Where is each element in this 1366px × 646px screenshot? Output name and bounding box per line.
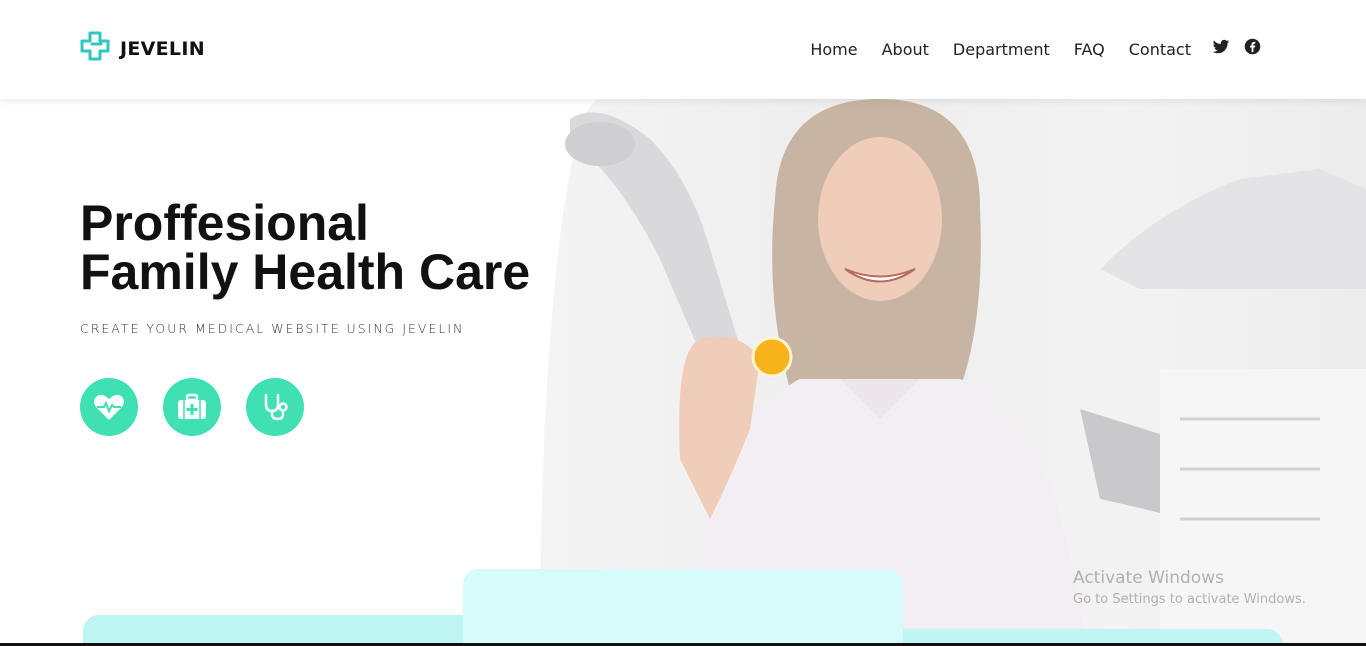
watermark-subtitle: Go to Settings to activate Windows.	[1073, 592, 1306, 607]
nav-contact[interactable]: Contact	[1129, 40, 1191, 59]
medical-kit-icon[interactable]	[163, 378, 221, 436]
feature-card-left	[83, 615, 463, 646]
nav-home[interactable]: Home	[810, 40, 857, 59]
hero-title: Proffesional Family Health Care	[80, 198, 531, 300]
medical-cross-icon	[79, 30, 111, 67]
brand-logo[interactable]: JEVELIN	[79, 30, 205, 67]
site-header: JEVELIN Home About Department FAQ Contac…	[0, 0, 1366, 99]
nav-about[interactable]: About	[882, 40, 929, 59]
windows-activation-watermark: Activate Windows Go to Settings to activ…	[1073, 568, 1306, 607]
facebook-icon[interactable]	[1244, 38, 1262, 56]
social-links	[1212, 38, 1262, 56]
brand-name: JEVELIN	[120, 37, 205, 60]
hero-section: Proffesional Family Health Care CREATE Y…	[0, 99, 1366, 646]
hero-photo	[540, 99, 1366, 646]
stethoscope-icon[interactable]	[246, 378, 304, 436]
main-nav: Home About Department FAQ Contact	[810, 40, 1191, 59]
nav-faq[interactable]: FAQ	[1074, 40, 1105, 59]
hero-subtitle: CREATE YOUR MEDICAL WEBSITE USING JEVELI…	[80, 321, 465, 336]
watermark-title: Activate Windows	[1073, 568, 1224, 588]
twitter-icon[interactable]	[1212, 38, 1230, 56]
feature-card-center	[463, 569, 903, 646]
nav-department[interactable]: Department	[953, 40, 1050, 59]
hero-title-line1: Proffesional	[80, 195, 369, 251]
hero-title-line2: Family Health Care	[80, 244, 531, 300]
heartbeat-icon[interactable]	[80, 378, 138, 436]
feature-icons	[80, 378, 304, 436]
